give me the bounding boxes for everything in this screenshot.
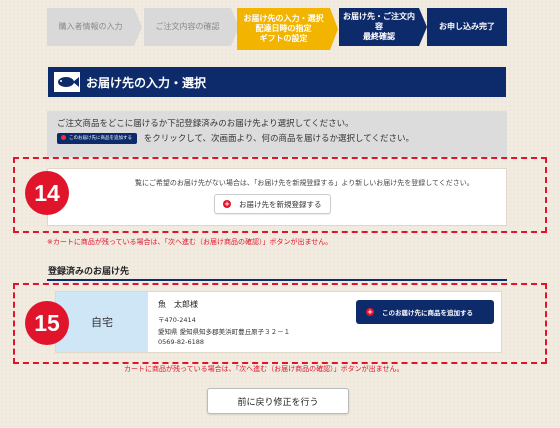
step-complete: お申し込み完了 — [427, 8, 507, 46]
plus-icon — [61, 135, 66, 140]
section-title: お届け先の入力・選択 — [86, 75, 207, 90]
step-arrow — [330, 8, 338, 50]
callout-frame-14 — [13, 157, 547, 233]
cart-warning-top: ※カートに商品が残っている場合は、「次へ進む（お届け商品の確認）」ボタンが出ませ… — [47, 238, 333, 246]
step-label: お届け先・ご注文内容 最終確認 — [343, 12, 415, 41]
callout-badge-15: 15 — [25, 301, 69, 345]
cart-warning-bottom: カートに商品が残っている場合は、「次へ進む（お届け商品の確認）」ボタンが出ません… — [124, 365, 404, 373]
instruction-line2-row: このお届け先に商品を追加する をクリックして、次画面より、何の商品を届けるか選択… — [57, 132, 507, 147]
step-arrow — [134, 8, 142, 46]
step-final-confirm: お届け先・ご注文内容 最終確認 — [339, 8, 419, 46]
instruction-box: ご注文商品をどこに届けるか下記登録済みのお届け先より選択してください。 このお届… — [47, 111, 507, 157]
callout-frame-15 — [13, 283, 547, 364]
registered-divider — [47, 279, 507, 281]
step-label: 購入者情報の入力 — [58, 22, 123, 31]
step-buyer-info: 購入者情報の入力 — [47, 8, 134, 46]
back-button[interactable]: 前に戻り修正を行う — [207, 388, 349, 414]
order-steps: 購入者情報の入力 ご注文内容の確認 お届け先の入力・選択 配達日時の指定 ギフト… — [47, 8, 507, 50]
step-arrow — [419, 8, 427, 46]
step-label: ご注文内容の確認 — [155, 22, 220, 31]
registered-title: 登録済みのお届け先 — [48, 267, 130, 277]
callout-badge-14: 14 — [25, 171, 69, 215]
step-order-confirm: ご注文内容の確認 — [144, 8, 231, 46]
step-label: お申し込み完了 — [439, 22, 495, 31]
sample-add-button: このお届け先に商品を追加する — [57, 133, 137, 144]
instruction-line2: をクリックして、次画面より、何の商品を届けるか選択してください。 — [143, 134, 415, 144]
fish-icon — [54, 72, 80, 92]
step-delivery-select: お届け先の入力・選択 配達日時の指定 ギフトの設定 — [237, 8, 330, 50]
instruction-line1: ご注文商品をどこに届けるか下記登録済みのお届け先より選択してください。 — [57, 119, 354, 129]
sample-add-button-label: このお届け先に商品を追加する — [69, 136, 132, 141]
step-label: お届け先の入力・選択 配達日時の指定 ギフトの設定 — [243, 14, 324, 43]
section-header: お届け先の入力・選択 — [48, 67, 506, 97]
